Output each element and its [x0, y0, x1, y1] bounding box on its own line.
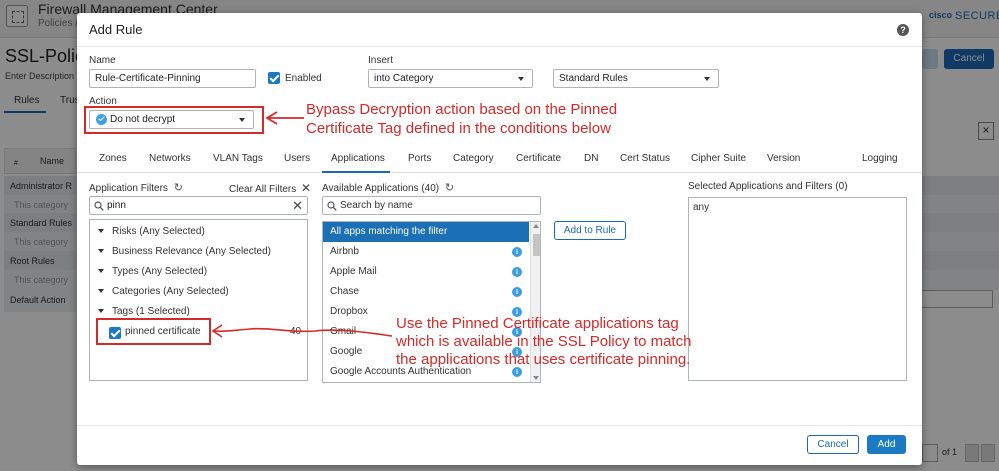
clear-search-icon[interactable]: ✕ — [292, 197, 303, 214]
tab-category[interactable]: Category — [453, 153, 494, 164]
dialog-title: Add Rule — [89, 22, 143, 37]
info-icon[interactable]: i — [512, 267, 522, 277]
tab-dn[interactable]: DN — [584, 153, 598, 164]
insert-label: Insert — [368, 55, 394, 66]
scroll-up-icon[interactable] — [533, 224, 539, 228]
enabled-checkbox[interactable] — [268, 72, 280, 84]
annotation-action-line-1: Bypass Decryption action based on the Pi… — [306, 101, 618, 118]
application-filters-label: Application Filters ↻ — [89, 182, 183, 194]
scroll-down-icon[interactable] — [533, 376, 539, 380]
available-applications-label: Available Applications (40) ↻ — [322, 182, 455, 194]
dialog-header: Add Rule ? — [77, 13, 922, 47]
selected-applications-list: any — [688, 197, 907, 381]
close-icon: ✕ — [301, 181, 312, 195]
active-tab-indicator — [322, 171, 390, 173]
search-icon — [94, 201, 104, 211]
tab-cert-status[interactable]: Cert Status — [620, 153, 670, 164]
list-item[interactable]: Chase i — [323, 282, 529, 302]
available-apps-search-placeholder: Search by name — [340, 200, 413, 211]
chevron-down-icon — [98, 229, 104, 233]
add-to-rule-button[interactable]: Add to Rule — [554, 221, 626, 240]
insert-select[interactable]: into Category — [368, 69, 533, 88]
filter-types[interactable]: Types (Any Selected) — [98, 266, 207, 277]
tag-highlight-box — [96, 318, 211, 345]
refresh-icon[interactable]: ↻ — [445, 182, 454, 194]
annotation-tag-line-3: the applications that uses certificate p… — [396, 351, 691, 368]
filter-search-input[interactable]: pinn ✕ — [89, 196, 308, 215]
rule-name-input[interactable]: Rule-Certificate-Pinning — [89, 69, 256, 88]
filter-search-value: pinn — [107, 200, 126, 211]
chevron-down-icon — [98, 289, 104, 293]
filter-tags[interactable]: Tags (1 Selected) — [98, 306, 190, 317]
refresh-icon[interactable]: ↻ — [174, 182, 183, 194]
list-item[interactable]: Apple Mail i — [323, 262, 529, 282]
search-icon — [327, 201, 337, 211]
condition-tabs: Zones Networks VLAN Tags Users Applicati… — [77, 147, 922, 173]
annotation-tag-line-2: which is available in the SSL Policy to … — [396, 333, 692, 350]
filter-risks[interactable]: Risks (Any Selected) — [98, 226, 205, 237]
help-icon[interactable]: ? — [897, 24, 909, 36]
available-apps-search-input[interactable]: Search by name — [322, 196, 541, 215]
action-highlight-box — [84, 106, 264, 134]
selected-applications-label: Selected Applications and Filters (0) — [688, 181, 848, 192]
tab-logging[interactable]: Logging — [862, 153, 898, 164]
tab-version[interactable]: Version — [767, 153, 800, 164]
tab-ports[interactable]: Ports — [408, 153, 431, 164]
chevron-down-icon — [98, 309, 104, 313]
application-filters-panel: Risks (Any Selected) Business Relevance … — [89, 219, 308, 381]
tab-users[interactable]: Users — [284, 153, 310, 164]
scroll-thumb[interactable] — [533, 234, 540, 256]
add-rule-dialog: Add Rule ? Name Rule-Certificate-Pinning… — [77, 13, 922, 465]
name-label: Name — [89, 55, 116, 66]
tab-certificate[interactable]: Certificate — [516, 153, 561, 164]
info-icon[interactable]: i — [512, 287, 522, 297]
cancel-button[interactable]: Cancel — [807, 435, 859, 454]
clear-all-filters-link[interactable]: Clear All Filters ✕ — [229, 181, 311, 195]
list-item[interactable]: All apps matching the filter — [323, 222, 529, 242]
add-button[interactable]: Add — [867, 435, 906, 454]
info-icon[interactable]: i — [512, 247, 522, 257]
enabled-label: Enabled — [285, 73, 322, 84]
chevron-down-icon — [98, 249, 104, 253]
tab-vlan-tags[interactable]: VLAN Tags — [213, 153, 263, 164]
tab-cipher-suite[interactable]: Cipher Suite — [691, 153, 746, 164]
tab-zones[interactable]: Zones — [99, 153, 127, 164]
annotation-action-line-2: Certificate Tag defined in the condition… — [306, 120, 611, 137]
filter-business-relevance[interactable]: Business Relevance (Any Selected) — [98, 246, 271, 257]
annotation-tag-line-1: Use the Pinned Certificate applications … — [396, 315, 679, 332]
tab-networks[interactable]: Networks — [149, 153, 191, 164]
selected-any: any — [693, 202, 710, 213]
category-select[interactable]: Standard Rules — [553, 69, 719, 88]
filter-categories[interactable]: Categories (Any Selected) — [98, 286, 229, 297]
list-item[interactable]: Airbnb i — [323, 242, 529, 262]
tag-count: 40 — [290, 326, 302, 337]
chevron-down-icon — [98, 269, 104, 273]
tab-applications[interactable]: Applications — [331, 153, 385, 164]
dialog-footer-divider — [77, 425, 922, 426]
